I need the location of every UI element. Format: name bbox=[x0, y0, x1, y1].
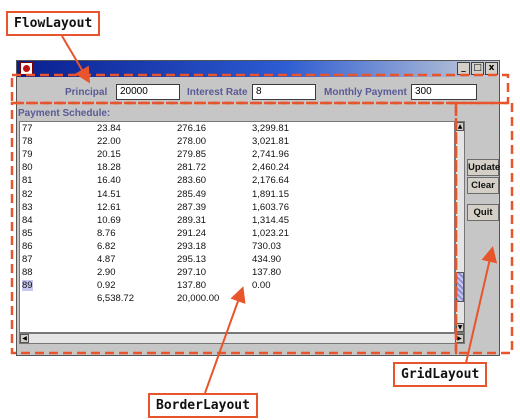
borderlayout-region bbox=[10, 101, 458, 355]
gridlayout-arrow bbox=[462, 246, 498, 377]
borderlayout-arrow bbox=[204, 286, 246, 394]
borderlayout-callout: BorderLayout bbox=[148, 393, 258, 418]
gridlayout-callout: GridLayout bbox=[393, 362, 488, 387]
flowlayout-arrow bbox=[61, 35, 91, 84]
annotation-overlay bbox=[10, 35, 514, 394]
gridlayout-region bbox=[454, 101, 514, 355]
flowlayout-callout: FlowLayout bbox=[6, 11, 101, 36]
